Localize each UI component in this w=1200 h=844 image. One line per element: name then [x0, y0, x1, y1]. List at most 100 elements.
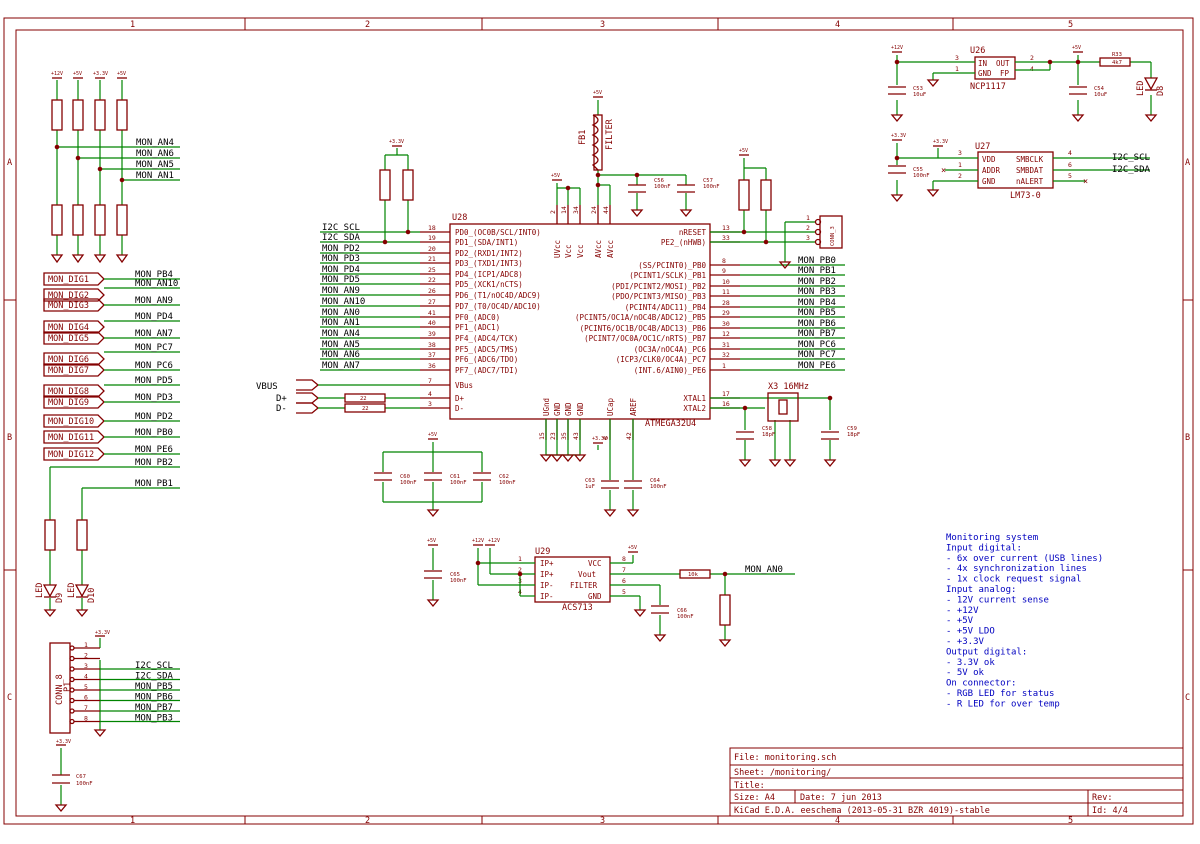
col-label: 5: [1068, 816, 1073, 826]
mcu-pin-number: 24: [590, 206, 598, 214]
connector-pin: [69, 718, 75, 725]
mcu-pin-name: PD5_(XCK1/nCTS): [455, 280, 523, 289]
vbus-label: VBUS: [256, 382, 278, 392]
reset-section: +5V 1 2 3 CONN_3: [710, 148, 843, 270]
net-label: I2C_SDA: [135, 672, 174, 682]
net-label: MON_PB2: [798, 277, 836, 287]
tb-file: File: monitoring.sch: [734, 753, 836, 763]
net-label: MON_AN10: [322, 297, 365, 307]
mcu-pin-number: 29: [722, 309, 730, 317]
mcu-pin-name: Vcc: [564, 244, 573, 258]
mcu-pin-name: VBus: [455, 381, 473, 390]
mcu-pin-number: 28: [722, 299, 730, 307]
u26-pin-num: 1: [955, 65, 959, 73]
u27-pin-num: 6: [1068, 161, 1072, 169]
conn3-pin: 2: [806, 224, 810, 232]
mcu-pin-name: PD7_(T0/OC4D/ADC10): [455, 302, 541, 311]
power-33v-label: +3.3V: [95, 630, 110, 636]
connector-pin: [69, 666, 75, 672]
row-label: C: [1185, 693, 1190, 703]
global-label: MON_DIG3: [48, 301, 89, 311]
mcu-pin-name: (SS/PCINT0)_PB0: [638, 261, 706, 270]
net-label: MON_AN9: [322, 286, 360, 296]
net-label: MON_PB0: [135, 428, 173, 438]
mcu-pin-name: AVcc: [606, 240, 615, 258]
mcu-pin-number: 13: [722, 224, 730, 232]
power-12v-label: +12V: [488, 538, 500, 544]
mcu-pin-number: 22: [428, 276, 436, 284]
r-dminus-value: 22: [362, 406, 369, 412]
mcu-pin-number: 42: [625, 432, 633, 440]
tb-rev: Rev:: [1092, 793, 1112, 803]
u29-pin: IP-: [540, 592, 554, 601]
net-label: MON_PD5: [322, 275, 360, 285]
tb-id: Id: 4/4: [1092, 806, 1128, 816]
d10-led-label: LED: [67, 583, 77, 598]
u27-pin: VDD: [982, 155, 996, 164]
crystal-ref: X3 16MHz: [768, 382, 809, 392]
row-label: B: [7, 433, 12, 443]
u26-ref: U26: [970, 46, 985, 56]
net-label: I2C_SDA: [1112, 165, 1151, 175]
col-label: 4: [835, 20, 840, 30]
c58-value: 18pF: [762, 432, 775, 438]
net-label: MON_AN6: [136, 149, 174, 159]
u26-pin-num: 3: [955, 54, 959, 62]
global-label: MON_DIG1: [48, 275, 89, 285]
mcu-pin-name: nRESET: [679, 228, 707, 237]
regulator-u26: U26 NCP1117 IN OUT GND FP 3 1 2 4 +12V +…: [888, 45, 1166, 123]
schematic-sheet: 1 2 3 4 5 1 2 3 4 5 A B C A B C +12V +5V…: [3, 17, 1194, 826]
u26-pin-out: OUT: [996, 59, 1010, 68]
mcu-pin-name: (PDI/PCINT2/MOSI)_PB2: [611, 282, 706, 291]
power-33v-label: +3.3V: [592, 436, 607, 442]
mcu-pin-number: 41: [428, 309, 436, 317]
mcu-pin-name: (PDO/PCINT3/MISO)_PB3: [611, 292, 706, 301]
d8-led-label: LED: [1136, 81, 1146, 96]
c64-value: 100nF: [650, 484, 667, 490]
connector-pin-number: 7: [84, 704, 88, 712]
u27-pin: GND: [982, 177, 996, 186]
net-label: MON_PC7: [135, 343, 173, 353]
net-label: I2C_SCL: [135, 661, 173, 671]
connector-pin: [69, 645, 75, 651]
mcu-pin-name: PF4_(ADC4/TCK): [455, 334, 518, 343]
mcu-pin-number: 35: [560, 432, 568, 440]
u27-ref: U27: [975, 142, 990, 152]
net-label: MON_PB1: [798, 266, 836, 276]
col-label: 4: [835, 816, 840, 826]
net-label: MON_PB3: [798, 287, 836, 297]
led-section: D9 D10 LED LED: [35, 466, 180, 618]
note-line: - +12V: [946, 606, 979, 616]
u26-pin-num: 4: [1030, 65, 1034, 73]
net-label: MON_PB4: [798, 298, 836, 308]
c59-value: 18pF: [847, 432, 860, 438]
net-label: MON_PB6: [798, 319, 836, 329]
mcu-pin-name: GND: [564, 402, 573, 416]
mcu-pin-number: 36: [428, 362, 436, 370]
mcu-pin-number: 4: [428, 390, 432, 398]
mcu-pin-name: D+: [455, 394, 465, 403]
mcu-ref: U28: [452, 213, 467, 223]
connector-pin: [69, 708, 75, 714]
r33-ref: R33: [1112, 52, 1122, 58]
c67-ref: C67: [76, 774, 86, 780]
mcu-pin-name: PD1_(SDA/INT1): [455, 238, 518, 247]
net-label: MON_AN5: [136, 160, 174, 170]
title-block: File: monitoring.sch Sheet: /monitoring/…: [729, 747, 1184, 817]
power-33v-label: +3.3V: [389, 139, 404, 145]
col-label: 5: [1068, 20, 1073, 30]
u29-pin: FILTER: [570, 581, 598, 590]
net-label: MON_AN9: [135, 296, 173, 306]
i2c-pullups: +3.3V: [379, 139, 414, 245]
u29-pin: IP+: [540, 559, 554, 568]
dminus-label: D-: [276, 404, 287, 414]
note-line: - +3.3V: [946, 637, 985, 647]
mcu-pin-number: 1: [722, 362, 726, 370]
usb-lines: VBUS D+ D- 22 22: [256, 379, 420, 414]
mcu-pin-name: PD3_(TXD1/INT3): [455, 259, 523, 268]
mcu-pin-number: 23: [549, 432, 557, 440]
mcu-pin-name: PF1_(ADC1): [455, 323, 500, 332]
mcu-pin-name: PD0_(OC0B/SCL/INT0): [455, 228, 541, 237]
u29-pin: Vout: [578, 570, 596, 579]
net-label: MON_AN6: [322, 350, 360, 360]
